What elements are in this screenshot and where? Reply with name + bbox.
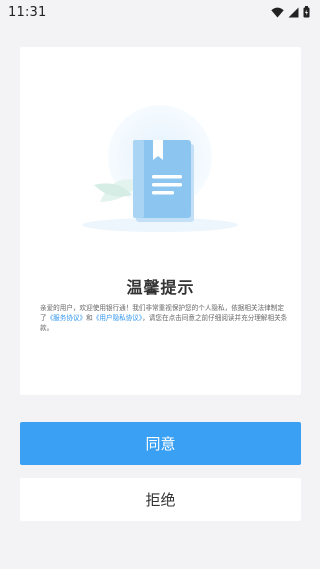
dialog-body: 亲爱的用户，欢迎使用银行通！我们非常重视保护您的个人隐私，依据相关法律制定了《服… xyxy=(40,303,290,333)
agree-button[interactable]: 同意 xyxy=(20,422,301,465)
reject-button[interactable]: 拒绝 xyxy=(20,478,301,521)
status-time: 11:31 xyxy=(8,4,47,20)
battery-icon xyxy=(303,6,310,18)
signal-icon xyxy=(288,7,299,18)
book-icon xyxy=(133,140,194,222)
illustration xyxy=(20,77,301,247)
privacy-dialog-card: 温馨提示 亲爱的用户，欢迎使用银行通！我们非常重视保护您的个人隐私，依据相关法律… xyxy=(20,47,301,395)
dialog-title: 温馨提示 xyxy=(126,278,195,297)
privacy-agreement-link[interactable]: 《用户隐私协议》 xyxy=(93,314,142,322)
status-icons xyxy=(271,6,310,18)
service-agreement-link[interactable]: 《服务协议》 xyxy=(47,314,87,322)
body-and: 和 xyxy=(86,314,93,322)
wifi-icon xyxy=(271,7,284,18)
status-bar: 11:31 xyxy=(0,0,320,24)
